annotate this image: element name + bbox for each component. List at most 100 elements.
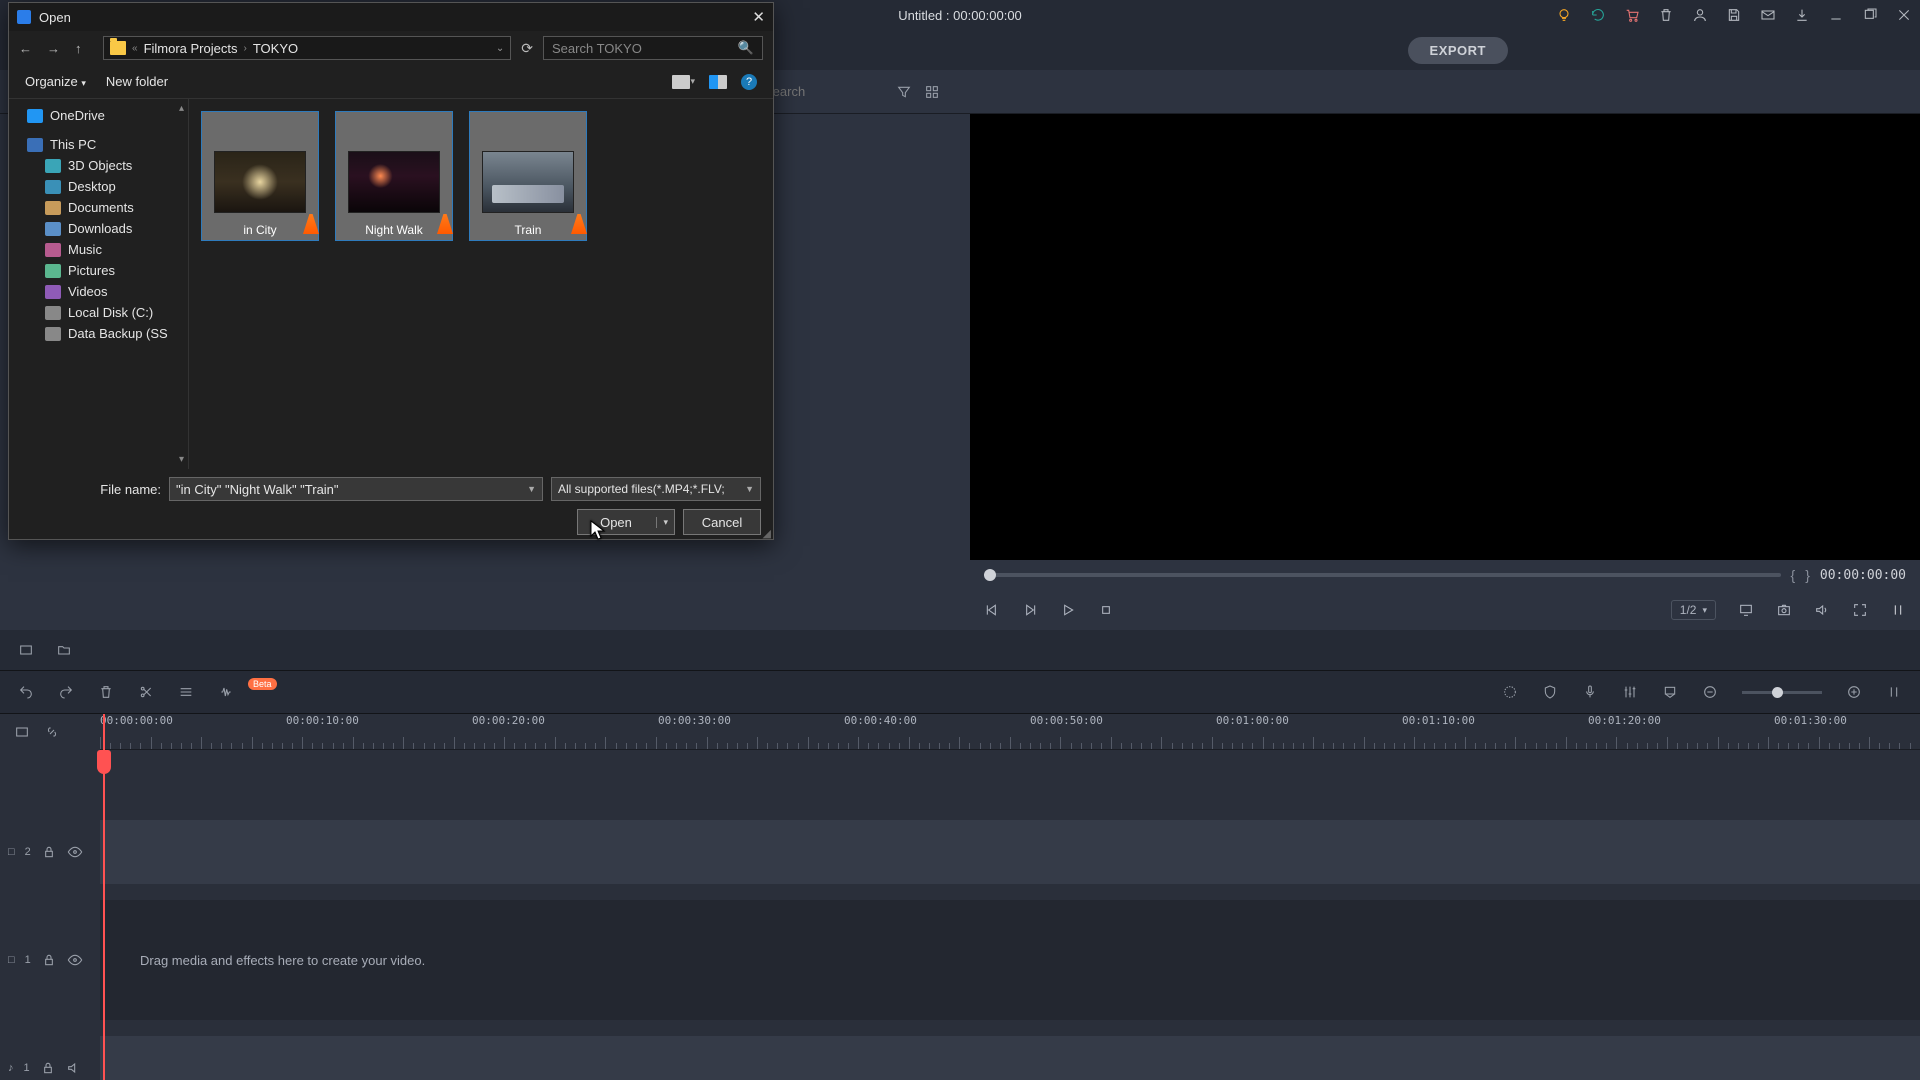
breadcrumb-dropdown-icon[interactable]: ⌄: [496, 43, 504, 54]
shield-icon[interactable]: [1542, 684, 1558, 700]
playhead-handle[interactable]: [97, 750, 111, 774]
fullscreen-icon[interactable]: [1852, 602, 1868, 618]
preview-scrub-track[interactable]: [984, 573, 1781, 577]
mic-icon[interactable]: [1582, 684, 1598, 700]
tree-item[interactable]: 3D Objects: [9, 155, 188, 176]
play-icon[interactable]: [1060, 602, 1076, 618]
chevron-down-icon[interactable]: ▼: [745, 484, 754, 494]
timeline[interactable]: 00:00:00:0000:00:10:0000:00:20:0000:00:3…: [0, 714, 1920, 1080]
timeline-ruler[interactable]: 00:00:00:0000:00:10:0000:00:20:0000:00:3…: [100, 714, 1920, 750]
delete-icon[interactable]: [98, 684, 114, 700]
preview-zoom-select[interactable]: 1/2▾: [1671, 600, 1716, 620]
preview-scrub-handle[interactable]: [984, 569, 996, 581]
tree-item[interactable]: Downloads: [9, 218, 188, 239]
organize-button[interactable]: Organize ▾: [25, 74, 86, 89]
lock-icon[interactable]: [41, 844, 57, 860]
cart-icon[interactable]: [1624, 7, 1640, 23]
folder-tree[interactable]: ▴ ▾ OneDrive This PC3D ObjectsDesktopDocu…: [9, 99, 189, 469]
volume-icon[interactable]: [1814, 602, 1830, 618]
file-item[interactable]: Night Walk: [335, 111, 453, 241]
display-icon[interactable]: [1738, 602, 1754, 618]
eye-icon[interactable]: [67, 844, 83, 860]
mixer-icon[interactable]: [1622, 684, 1638, 700]
preview-viewport[interactable]: [970, 114, 1920, 560]
cancel-button[interactable]: Cancel: [683, 509, 761, 535]
snapshot-icon[interactable]: [1776, 602, 1792, 618]
tree-item[interactable]: Videos: [9, 281, 188, 302]
new-folder-button[interactable]: New folder: [106, 74, 168, 89]
download-icon[interactable]: [1794, 7, 1810, 23]
trash-icon[interactable]: [1658, 7, 1674, 23]
tree-item[interactable]: Local Disk (C:): [9, 302, 188, 323]
redo-icon[interactable]: [58, 684, 74, 700]
split-icon[interactable]: [138, 684, 154, 700]
nav-back-icon[interactable]: ←: [19, 41, 37, 56]
audio-fx-icon[interactable]: [218, 684, 234, 700]
tree-item[interactable]: OneDrive: [9, 105, 188, 126]
zoom-in-icon[interactable]: [1846, 684, 1862, 700]
export-button[interactable]: EXPORT: [1408, 37, 1508, 64]
nav-up-icon[interactable]: ↑: [75, 41, 93, 56]
render-icon[interactable]: [1502, 684, 1518, 700]
resize-grip-icon[interactable]: ◢: [763, 531, 771, 537]
tree-item[interactable]: Desktop: [9, 176, 188, 197]
file-grid[interactable]: in CityNight WalkTrain: [189, 99, 773, 469]
breadcrumb-ellipsis[interactable]: «: [132, 43, 138, 54]
zoom-out-icon[interactable]: [1702, 684, 1718, 700]
view-mode-icon[interactable]: ▾: [672, 75, 695, 89]
tree-item[interactable]: This PC: [9, 134, 188, 155]
link-icon[interactable]: [44, 724, 60, 740]
refresh-icon[interactable]: [1590, 7, 1606, 23]
folder-icon[interactable]: [56, 642, 72, 658]
timeline-zoom-slider[interactable]: [1742, 691, 1822, 694]
adjust-icon[interactable]: [178, 684, 194, 700]
undo-icon[interactable]: [18, 684, 34, 700]
breadcrumb-seg-2[interactable]: TOKYO: [253, 41, 298, 56]
tips-icon[interactable]: [1556, 7, 1572, 23]
save-icon[interactable]: [1726, 7, 1742, 23]
audio-track-1[interactable]: ♪ 1: [0, 1036, 1920, 1080]
lock-icon[interactable]: [40, 1060, 56, 1076]
tree-scroll-down-icon[interactable]: ▾: [179, 454, 184, 465]
frame-icon[interactable]: [18, 642, 34, 658]
lock-icon[interactable]: [41, 952, 57, 968]
media-search-input[interactable]: [764, 84, 884, 99]
file-item[interactable]: in City: [201, 111, 319, 241]
tree-scroll-up-icon[interactable]: ▴: [179, 103, 184, 114]
fit-icon[interactable]: [1886, 684, 1902, 700]
user-icon[interactable]: [1692, 7, 1708, 23]
mark-in-icon[interactable]: {: [1791, 567, 1796, 583]
dialog-search-input[interactable]: Search TOKYO 🔍: [543, 36, 763, 60]
maximize-icon[interactable]: [1862, 7, 1878, 23]
eye-icon[interactable]: [67, 952, 83, 968]
speaker-icon[interactable]: [66, 1060, 82, 1076]
tree-item[interactable]: Data Backup (SS: [9, 323, 188, 344]
filename-input[interactable]: "in City" "Night Walk" "Train" ▼: [169, 477, 543, 501]
nav-refresh-icon[interactable]: ⟳: [521, 40, 533, 57]
video-track-2[interactable]: □ 2: [0, 820, 1920, 884]
close-icon[interactable]: [1896, 7, 1912, 23]
tree-item[interactable]: Music: [9, 239, 188, 260]
dialog-title-bar[interactable]: Open ✕: [9, 3, 773, 31]
filter-icon[interactable]: [896, 84, 912, 100]
mark-out-icon[interactable]: }: [1805, 567, 1810, 583]
track-settings-icon[interactable]: [14, 724, 30, 740]
mail-icon[interactable]: [1760, 7, 1776, 23]
dialog-close-icon[interactable]: ✕: [752, 8, 765, 26]
minimize-icon[interactable]: [1828, 7, 1844, 23]
tree-item[interactable]: Documents: [9, 197, 188, 218]
nav-forward-icon[interactable]: →: [47, 41, 65, 56]
step-forward-icon[interactable]: [1022, 602, 1038, 618]
stop-icon[interactable]: [1098, 602, 1114, 618]
marker-icon[interactable]: [1662, 684, 1678, 700]
file-item[interactable]: Train: [469, 111, 587, 241]
chevron-down-icon[interactable]: ▼: [527, 484, 536, 494]
help-icon[interactable]: ?: [741, 74, 757, 90]
video-track-1[interactable]: □ 1 Drag media and effects here to creat…: [0, 900, 1920, 1020]
breadcrumb-seg-1[interactable]: Filmora Projects: [144, 41, 238, 56]
breadcrumb[interactable]: « Filmora Projects › TOKYO ⌄: [103, 36, 511, 60]
filetype-select[interactable]: All supported files(*.MP4;*.FLV; ▼: [551, 477, 761, 501]
step-back-icon[interactable]: [984, 602, 1000, 618]
tree-item[interactable]: Pictures: [9, 260, 188, 281]
grid-view-icon[interactable]: [924, 84, 940, 100]
